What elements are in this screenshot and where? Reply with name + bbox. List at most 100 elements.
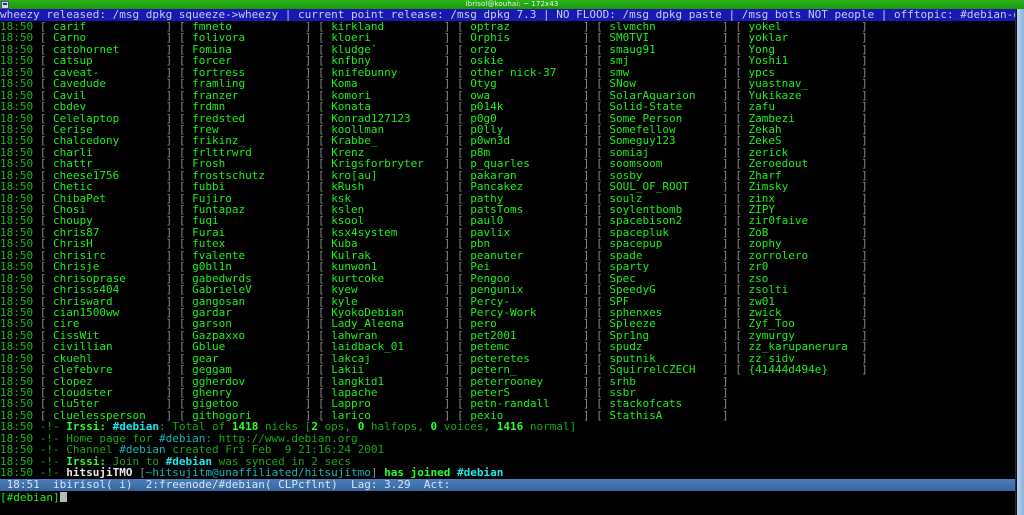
nick-entry[interactable]: Cavil [53,90,166,101]
nick-entry[interactable]: clu5ter [53,398,166,409]
nick-entry[interactable]: Yukikaze [748,90,861,101]
nick-entry[interactable]: zsolti [748,284,861,295]
nick-entry[interactable]: Krigsforbryter [331,158,444,169]
nick-entry[interactable]: SpeedyG [609,284,722,295]
nick-entry[interactable]: zz_sidv [748,353,861,364]
nick-entry[interactable]: framling [192,78,305,89]
nick-entry[interactable]: cheese1756_ [53,170,166,181]
nick-entry[interactable]: kro[au] [331,170,444,181]
nick-entry[interactable]: ChibaPet [53,193,166,204]
nick-entry[interactable]: lakcaj [331,353,444,364]
nick-entry[interactable]: Cavedude [53,78,166,89]
nick-entry[interactable]: chrisward [53,296,166,307]
nick-entry[interactable]: ghenry [192,387,305,398]
nick-entry[interactable]: zorrolero [748,250,861,261]
nick-entry[interactable]: Kulrak [331,250,444,261]
nick-entry[interactable]: Pengoo [470,273,583,284]
nick-entry[interactable]: Carno [53,32,166,43]
nick-entry[interactable]: Zharf [748,170,861,181]
nick-entry[interactable]: civillian [53,341,166,352]
nick-entry[interactable]: pbn [470,238,583,249]
nick-entry[interactable]: fredsted [192,113,305,124]
nick-entry[interactable]: kyew [331,284,444,295]
nick-entry[interactable]: forcer [192,55,305,66]
nick-entry[interactable]: frostschutz [192,170,305,181]
nick-entry[interactable]: Fujiro [192,193,305,204]
nick-entry[interactable]: fuqi [192,215,305,226]
nick-entry[interactable]: GabrieleV [192,284,305,295]
nick-entry[interactable]: geggam [192,364,305,375]
nick-entry[interactable]: orzo [470,44,583,55]
nick-entry[interactable]: Pei [470,261,583,272]
nick-entry[interactable]: cluelessperson [53,410,166,421]
nick-entry[interactable]: p0wn3d [470,135,583,146]
nick-entry[interactable]: chrisss404 [53,284,166,295]
nick-entry[interactable]: ksx4system [331,227,444,238]
nick-entry[interactable]: frlttrwrd [192,147,305,158]
nick-entry[interactable]: Zekah [748,124,861,135]
nick-entry[interactable]: owa [470,90,583,101]
nick-entry[interactable]: Krenz [331,147,444,158]
nick-entry[interactable]: kunwon1 [331,261,444,272]
nick-entry[interactable]: paul0 [470,215,583,226]
nick-entry[interactable]: Celelaptop [53,113,166,124]
nick-entry[interactable]: kirkland [331,21,444,32]
nick-entry[interactable]: chattr_ [53,158,166,169]
nick-entry[interactable]: zwick [748,307,861,318]
nick-entry[interactable]: other_nick-37 [470,67,583,78]
nick-entry[interactable]: zr0 [748,261,861,272]
nick-entry[interactable]: soomsoom [609,158,722,169]
nick-entry[interactable]: ssbr [609,387,722,398]
nick-entry[interactable]: peterS [470,387,583,398]
nick-entry[interactable]: SolarAquarion [609,90,722,101]
nick-entry[interactable]: petemc [470,341,583,352]
nick-entry[interactable]: ZoB [748,227,861,238]
nick-entry[interactable]: gangosan [192,296,305,307]
nick-entry[interactable]: patsToms [470,204,583,215]
nick-entry[interactable]: smw [609,67,722,78]
nick-entry[interactable]: Chrisje [53,261,166,272]
nick-entry[interactable]: kRush [331,181,444,192]
nick-entry[interactable]: gabedwrds [192,273,305,284]
nick-entry[interactable]: srhb [609,376,722,387]
nick-entry[interactable]: pet2001 [470,330,583,341]
nick-entry[interactable]: optraz [470,21,583,32]
nick-entry[interactable]: chris87 [53,227,166,238]
nick-entry[interactable]: ksk [331,193,444,204]
nick-entry[interactable]: CissWit [53,330,166,341]
nick-entry[interactable]: chalcedony [53,135,166,146]
nick-entry[interactable]: chrisirc [53,250,166,261]
nick-entry[interactable]: Yoshi1 [748,55,861,66]
nick-entry[interactable]: Furai [192,227,305,238]
nick-entry[interactable]: pavlix [470,227,583,238]
input-prompt-line[interactable]: [#debian] [0,490,1015,504]
nick-entry[interactable]: clopez [53,376,166,387]
nick-entry[interactable]: peterrooney [470,376,583,387]
nick-entry[interactable]: p8m [470,147,583,158]
nick-entry[interactable]: sosby [609,170,722,181]
nick-entry[interactable]: Orphis [470,32,583,43]
nick-entry[interactable]: zerick [748,147,861,158]
nick-entry[interactable]: Someguy123 [609,135,722,146]
nick-entry[interactable]: laidback_01 [331,341,444,352]
nick-entry[interactable]: zir0faive [748,215,861,226]
nick-entry[interactable]: spade [609,250,722,261]
nick-entry[interactable]: zso [748,273,861,284]
nick-entry[interactable]: komori [331,90,444,101]
nick-entry[interactable]: stackofcats [609,398,722,409]
nick-entry[interactable]: Krabbe_ [331,135,444,146]
nick-entry[interactable]: fmneto [192,21,305,32]
nick-entry[interactable]: garson [192,318,305,329]
nick-entry[interactable]: kurtcoke [331,273,444,284]
nick-entry[interactable]: Chosi [53,204,166,215]
nick-entry[interactable]: kludge` [331,44,444,55]
nick-entry[interactable]: somiaj [609,147,722,158]
nick-entry[interactable]: Gazpaxxo [192,330,305,341]
nick-entry[interactable]: fortress_ [192,67,305,78]
nick-entry[interactable]: Gblue [192,341,305,352]
nick-entry[interactable]: Percy- [470,296,583,307]
nick-entry[interactable]: Zambezi [748,113,861,124]
nick-entry[interactable]: ggherdov [192,376,305,387]
nick-entry[interactable]: kslen [331,204,444,215]
nick-entry[interactable]: caveat- [53,67,166,78]
